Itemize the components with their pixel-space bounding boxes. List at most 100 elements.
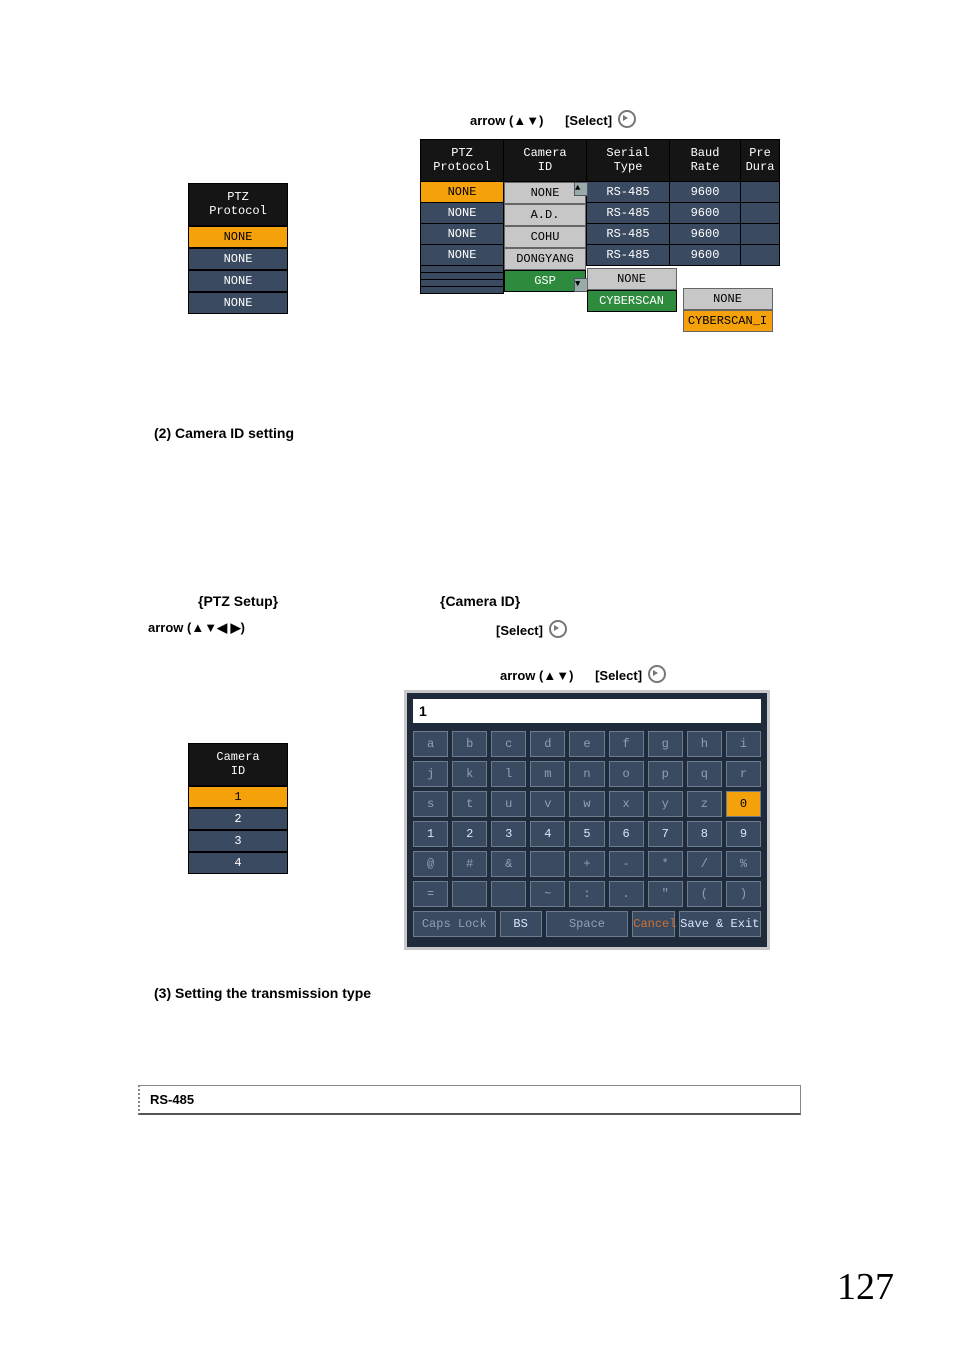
key-:[interactable]: :: [569, 881, 604, 907]
key-~[interactable]: ~: [530, 881, 565, 907]
key-*[interactable]: *: [648, 851, 683, 877]
key-r[interactable]: r: [726, 761, 761, 787]
key-cancel[interactable]: Cancel: [632, 911, 674, 937]
serial-cell[interactable]: RS-485: [587, 181, 670, 202]
baud-cell[interactable]: 9600: [670, 181, 741, 202]
pre-cell[interactable]: [741, 223, 780, 244]
key-s[interactable]: s: [413, 791, 448, 817]
col-header-ptz: PTZ Protocol: [421, 140, 504, 182]
key-n[interactable]: n: [569, 761, 604, 787]
camera-dropdown-item[interactable]: COHU: [504, 226, 586, 248]
key-q[interactable]: q: [687, 761, 722, 787]
ptz-protocol-mini-row[interactable]: NONE: [188, 270, 288, 292]
key-k[interactable]: k: [452, 761, 487, 787]
key-6[interactable]: 6: [609, 821, 644, 847]
key-j[interactable]: j: [413, 761, 448, 787]
key-=[interactable]: =: [413, 881, 448, 907]
serial-cell[interactable]: RS-485: [587, 244, 670, 265]
baud-cell[interactable]: 9600: [670, 202, 741, 223]
pre-cell[interactable]: [741, 202, 780, 223]
pre-cell[interactable]: [741, 181, 780, 202]
key-w[interactable]: w: [569, 791, 604, 817]
select-label: [Select]: [496, 623, 543, 638]
key-0[interactable]: 0: [726, 791, 761, 817]
key-z[interactable]: z: [687, 791, 722, 817]
key-5[interactable]: 5: [569, 821, 604, 847]
key-([interactable]: (: [687, 881, 722, 907]
serial-cell[interactable]: RS-485: [587, 223, 670, 244]
camera-id-mini-row[interactable]: 2: [188, 808, 288, 830]
key-y[interactable]: y: [648, 791, 683, 817]
key-.[interactable]: .: [609, 881, 644, 907]
key-d[interactable]: d: [530, 731, 565, 757]
key-b[interactable]: b: [452, 731, 487, 757]
select-label: [Select]: [595, 668, 642, 683]
camera-dropdown-item[interactable]: DONGYANG: [504, 248, 586, 270]
key-x[interactable]: x: [609, 791, 644, 817]
scroll-up-icon[interactable]: ▲: [574, 182, 588, 196]
key-9[interactable]: 9: [726, 821, 761, 847]
key-/[interactable]: /: [687, 851, 722, 877]
key-&[interactable]: &: [491, 851, 526, 877]
camera-dropdown-item[interactable]: A.D.: [504, 204, 586, 226]
key-e[interactable]: e: [569, 731, 604, 757]
pre-cell[interactable]: [741, 244, 780, 265]
key-@[interactable]: @: [413, 851, 448, 877]
nav-arrow-select-3: arrow (▲▼) [Select]: [500, 665, 666, 683]
key-4[interactable]: 4: [530, 821, 565, 847]
ptz-protocol-mini-row[interactable]: NONE: [188, 248, 288, 270]
key-t[interactable]: t: [452, 791, 487, 817]
key-8[interactable]: 8: [687, 821, 722, 847]
key-l[interactable]: l: [491, 761, 526, 787]
key-save-exit[interactable]: Save & Exit: [679, 911, 762, 937]
key-+[interactable]: +: [569, 851, 604, 877]
ptz-cell[interactable]: NONE: [421, 223, 504, 244]
serial-dropdown-item[interactable]: CYBERSCAN: [587, 290, 677, 312]
key-i[interactable]: i: [726, 731, 761, 757]
key-v[interactable]: v: [530, 791, 565, 817]
camera-id-mini-row[interactable]: 1: [188, 786, 288, 808]
key-u[interactable]: u: [491, 791, 526, 817]
empty-cell: [421, 279, 504, 286]
key--[interactable]: -: [609, 851, 644, 877]
key-f[interactable]: f: [609, 731, 644, 757]
key-g[interactable]: g: [648, 731, 683, 757]
ptz-setup-label: {PTZ Setup}: [198, 593, 278, 609]
key-space[interactable]: Space: [546, 911, 629, 937]
key-p[interactable]: p: [648, 761, 683, 787]
ptz-protocol-mini-row[interactable]: NONE: [188, 226, 288, 248]
baud-dropdown-item[interactable]: NONE: [683, 288, 773, 310]
key-)[interactable]: ): [726, 881, 761, 907]
key-blank[interactable]: [530, 851, 565, 877]
key-h[interactable]: h: [687, 731, 722, 757]
ptz-cell[interactable]: NONE: [421, 202, 504, 223]
camera-id-label: {Camera ID}: [440, 593, 520, 609]
key-3[interactable]: 3: [491, 821, 526, 847]
serial-cell[interactable]: RS-485: [587, 202, 670, 223]
key-backspace[interactable]: BS: [500, 911, 542, 937]
ptz-cell[interactable]: NONE: [421, 244, 504, 265]
section-3-title: (3) Setting the transmission type: [154, 985, 371, 1001]
key-m[interactable]: m: [530, 761, 565, 787]
key-blank[interactable]: [491, 881, 526, 907]
camera-id-mini-row[interactable]: 3: [188, 830, 288, 852]
key-c[interactable]: c: [491, 731, 526, 757]
key-1[interactable]: 1: [413, 821, 448, 847]
ptz-protocol-mini-row[interactable]: NONE: [188, 292, 288, 314]
serial-dropdown-item[interactable]: NONE: [587, 268, 677, 290]
key-2[interactable]: 2: [452, 821, 487, 847]
ptz-cell[interactable]: NONE: [421, 181, 504, 202]
camera-id-mini-row[interactable]: 4: [188, 852, 288, 874]
key-a[interactable]: a: [413, 731, 448, 757]
key-capslock[interactable]: Caps Lock: [413, 911, 496, 937]
key-blank[interactable]: [452, 881, 487, 907]
key-o[interactable]: o: [609, 761, 644, 787]
baud-cell[interactable]: 9600: [670, 244, 741, 265]
baud-dropdown-item[interactable]: CYBERSCAN_I: [683, 310, 773, 332]
key-"[interactable]: ": [648, 881, 683, 907]
baud-cell[interactable]: 9600: [670, 223, 741, 244]
key-#[interactable]: #: [452, 851, 487, 877]
key-%[interactable]: %: [726, 851, 761, 877]
ptz-main-table: PTZ Protocol Camera ID Serial Type Baud …: [420, 139, 780, 294]
key-7[interactable]: 7: [648, 821, 683, 847]
